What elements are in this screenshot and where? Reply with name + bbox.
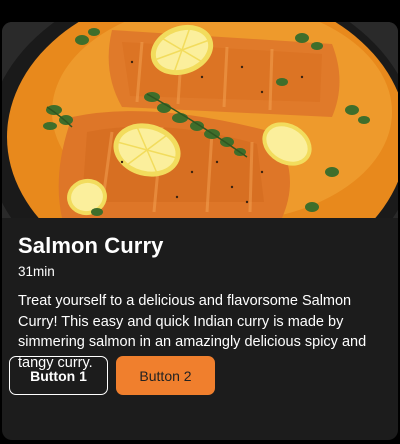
recipe-details: Salmon Curry 31min Treat yourself to a d… [2,218,398,373]
cooking-time: 31min [18,264,55,279]
recipe-image [2,22,398,218]
secondary-button[interactable]: Button 2 [116,356,215,395]
primary-button[interactable]: Button 1 [9,356,108,395]
card-actions: Button 1 Button 2 [9,356,215,395]
recipe-title: Salmon Curry [18,233,164,258]
app-screen: Salmon Curry 31min Treat yourself to a d… [0,0,400,444]
